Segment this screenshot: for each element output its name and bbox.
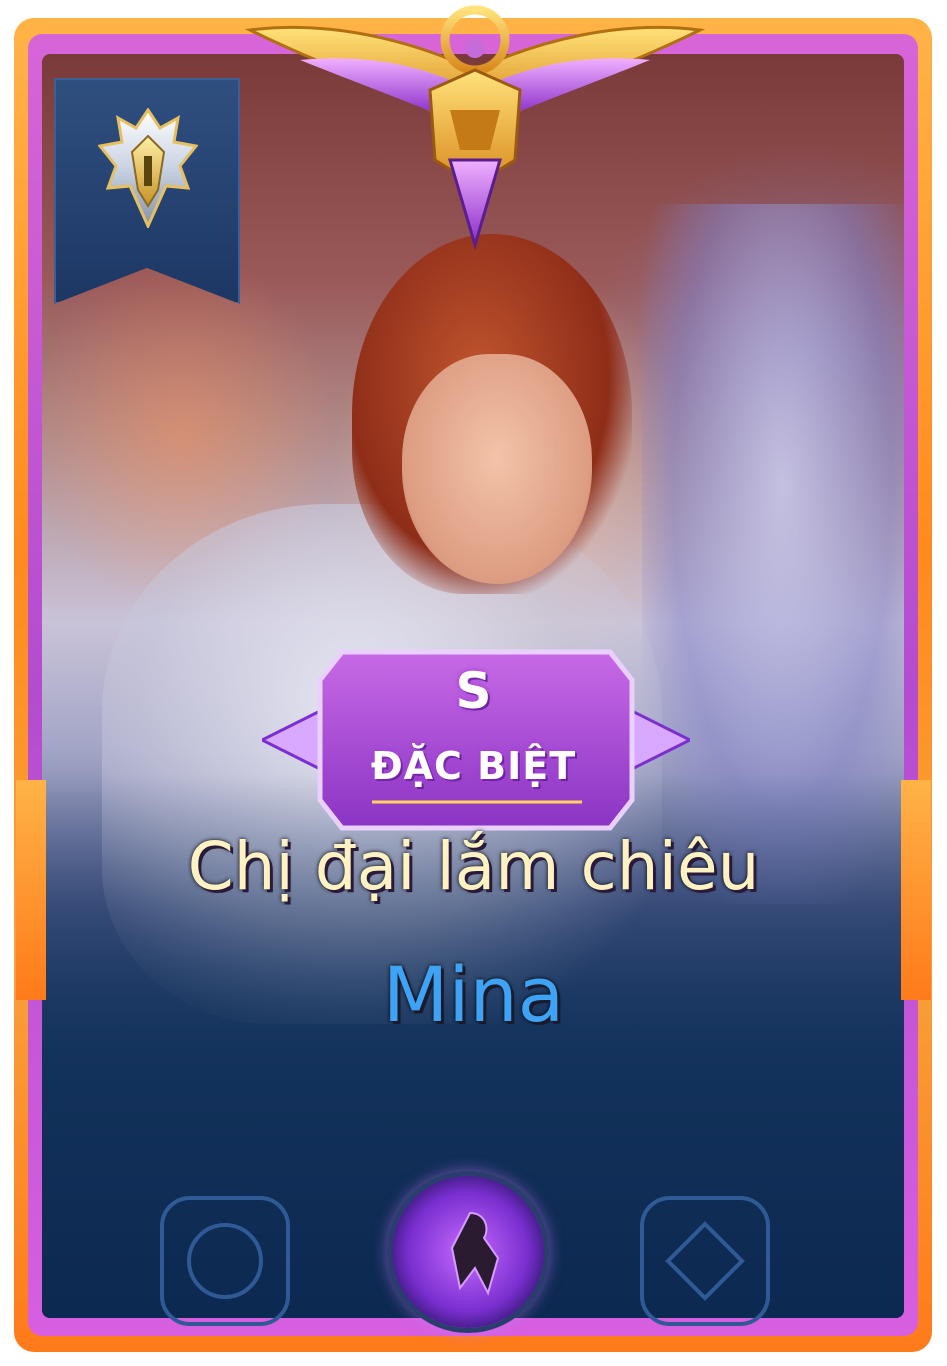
hero-name: Mina bbox=[382, 950, 565, 1039]
tier-label: ĐẶC BIỆT bbox=[370, 744, 577, 788]
artwork-face bbox=[402, 354, 592, 584]
winged-crest-icon bbox=[244, 5, 706, 250]
slot-right bbox=[640, 1196, 770, 1326]
skin-card: S ĐẶC BIỆT Chị đại lắm chiêu Mina bbox=[0, 0, 947, 1366]
slot-left bbox=[160, 1196, 290, 1326]
skin-name: Chị đại lắm chiêu bbox=[187, 828, 760, 905]
skill-figure bbox=[450, 1211, 500, 1296]
tier-letter: S bbox=[455, 662, 492, 720]
rank-badge-icon bbox=[98, 108, 198, 228]
